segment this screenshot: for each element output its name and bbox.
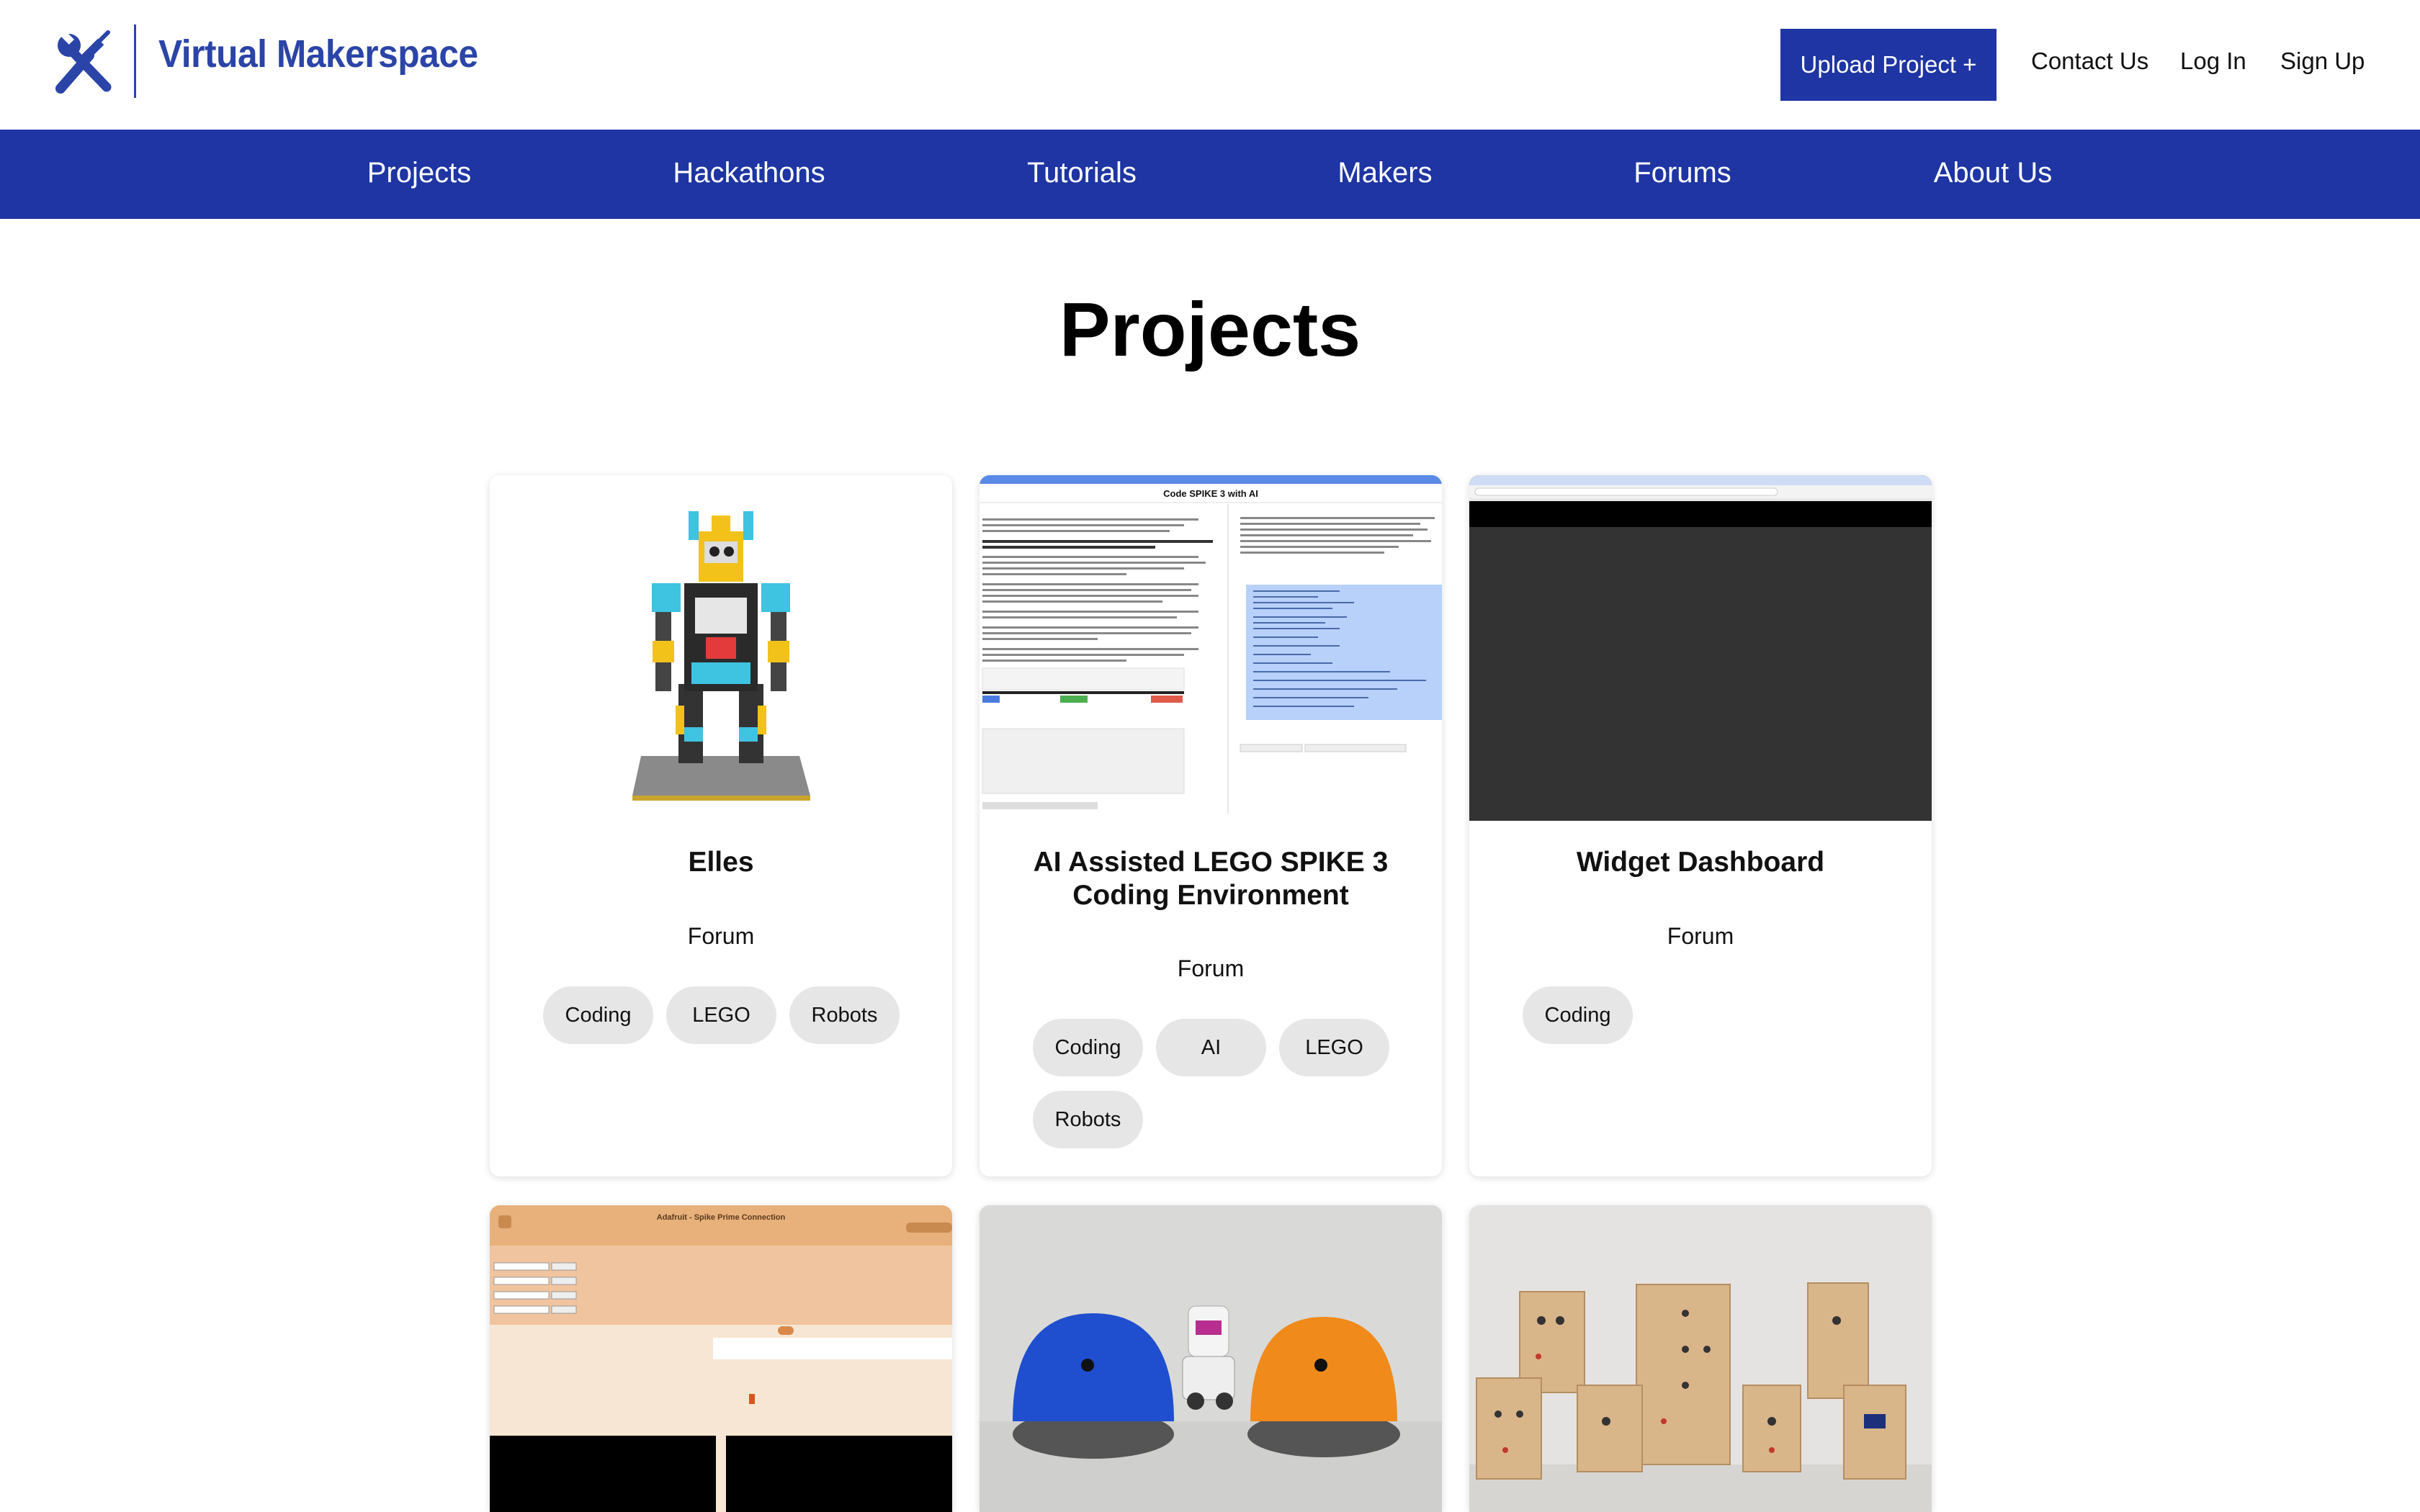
main-nav: Projects Hackathons Tutorials Makers For…	[0, 130, 2420, 219]
tag-coding[interactable]: Coding	[1523, 986, 1633, 1044]
tag-robots[interactable]: Robots	[789, 986, 900, 1044]
tag-list: Coding AI LEGO Robots	[1033, 1019, 1407, 1148]
tag-ai[interactable]: AI	[1156, 1019, 1266, 1076]
logo-divider	[134, 24, 136, 98]
nav-projects[interactable]: Projects	[367, 157, 472, 189]
contact-us-link[interactable]: Contact Us	[2031, 48, 2148, 75]
project-image: Code SPIKE 3 with AI	[980, 475, 1442, 821]
nav-tutorials[interactable]: Tutorials	[1027, 157, 1137, 189]
tag-list: Coding LEGO Robots	[543, 986, 918, 1044]
site-header: Virtual Makerspace Upload Project + Cont…	[0, 0, 2420, 130]
tag-lego[interactable]: LEGO	[666, 986, 776, 1044]
project-image	[980, 1205, 1442, 1512]
tag-coding[interactable]: Coding	[1033, 1019, 1143, 1076]
page-title: Projects	[1059, 287, 1361, 372]
tools-icon	[55, 30, 112, 94]
project-image: Adafruit - Spike Prime Connection	[490, 1205, 952, 1512]
signup-link[interactable]: Sign Up	[2280, 48, 2365, 75]
tag-coding[interactable]: Coding	[543, 986, 653, 1044]
project-title[interactable]: AI Assisted LEGO SPIKE 3 Coding Environm…	[1008, 846, 1413, 912]
project-image	[490, 475, 952, 821]
project-title[interactable]: Widget Dashboard	[1498, 846, 1903, 879]
project-card[interactable]: Elles Forum Coding LEGO Robots	[490, 475, 952, 1176]
login-link[interactable]: Log In	[2180, 48, 2246, 75]
nav-hackathons[interactable]: Hackathons	[673, 157, 825, 189]
project-card[interactable]	[1469, 1205, 1932, 1512]
project-type: Forum	[687, 923, 755, 949]
tag-robots[interactable]: Robots	[1033, 1091, 1143, 1148]
project-card[interactable]	[980, 1205, 1442, 1512]
brand-name: Virtual Makerspace	[158, 32, 478, 76]
upload-project-button[interactable]: Upload Project +	[1780, 29, 1996, 101]
tag-list: Coding	[1523, 986, 1897, 1044]
project-title[interactable]: Elles	[519, 846, 923, 879]
project-card[interactable]: Code SPIKE 3 with AI AI Assisted LEGO SP…	[980, 475, 1442, 1176]
nav-about-us[interactable]: About Us	[1934, 157, 2053, 189]
screenshot-header: Adafruit - Spike Prime Connection	[657, 1213, 786, 1222]
project-card[interactable]: Adafruit - Spike Prime Connection	[490, 1205, 952, 1512]
project-image	[1469, 475, 1932, 821]
site-logo[interactable]: Virtual Makerspace	[55, 24, 478, 98]
screenshot-header: Code SPIKE 3 with AI	[1163, 488, 1258, 499]
project-type: Forum	[1177, 955, 1245, 981]
nav-makers[interactable]: Makers	[1337, 157, 1432, 189]
project-type: Forum	[1667, 923, 1734, 949]
nav-forums[interactable]: Forums	[1634, 157, 1731, 189]
tag-lego[interactable]: LEGO	[1279, 1019, 1389, 1076]
project-card[interactable]: Widget Dashboard Forum Coding	[1469, 475, 1932, 1176]
project-image	[1469, 1205, 1932, 1512]
